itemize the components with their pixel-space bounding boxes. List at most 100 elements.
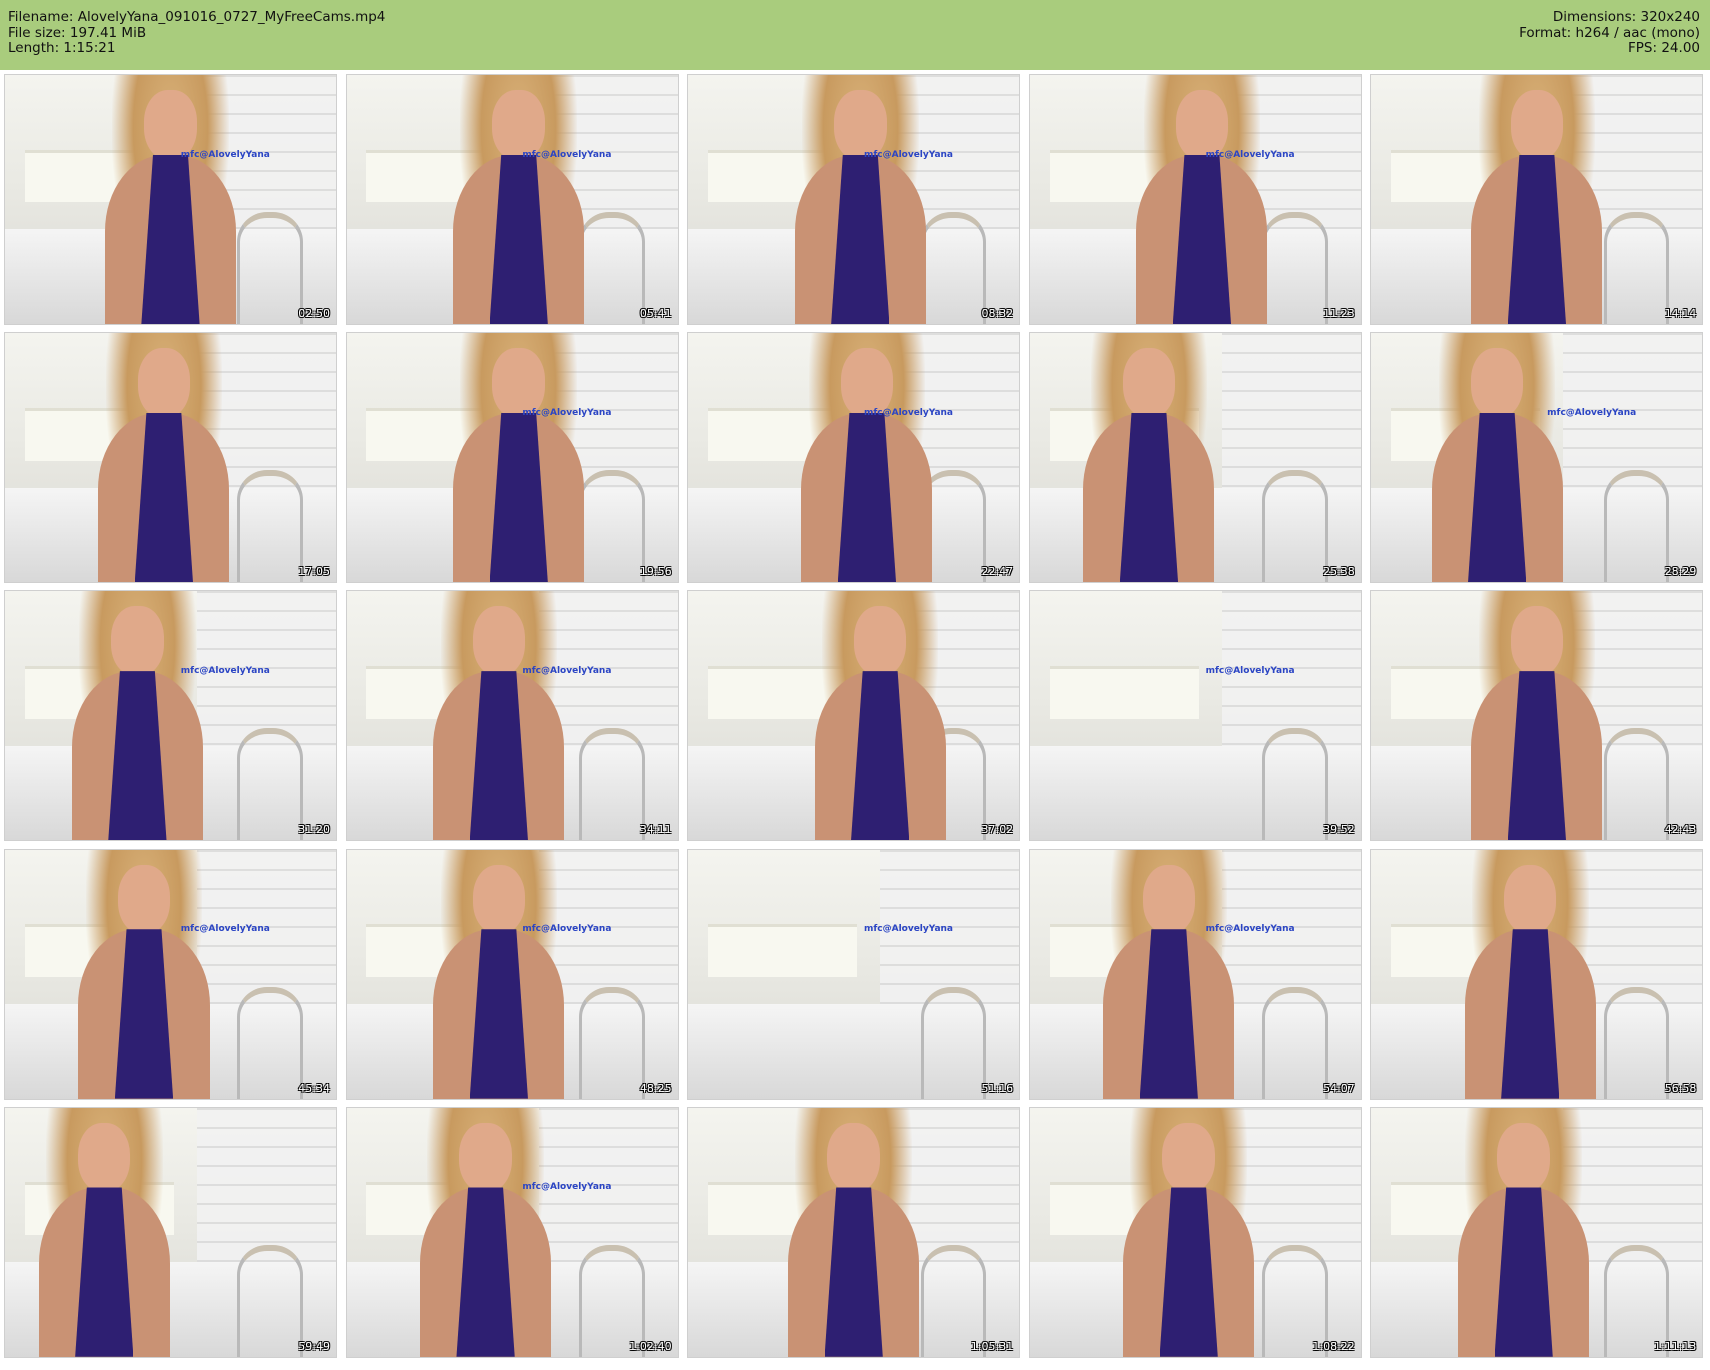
face (1504, 864, 1557, 935)
watermark-text: mfc@AlovelyYana (522, 1182, 612, 1193)
timestamp-label: 14:14 (1664, 307, 1697, 320)
timestamp-label: 45:34 (298, 1081, 330, 1095)
video-thumbnail: mfc@AlovelyYana 11:23 (1028, 74, 1362, 325)
file-info: Filename: AlovelyYana_091016_0727_MyFree… (8, 9, 386, 57)
video-thumbnail: mfc@AlovelyYana 02:50 (4, 74, 337, 325)
video-thumbnail: 25:38 (1028, 332, 1362, 584)
person-figure (807, 591, 953, 841)
person-figure (1076, 333, 1222, 583)
timestamp-label: 48:25 (639, 1081, 672, 1095)
length-text: Length: 1:15:21 (8, 40, 116, 56)
dimensions-text: Dimensions: 320x240 (1552, 9, 1700, 25)
format-text: Format: h264 / aac (mono) (1519, 24, 1700, 41)
bar-stool (1262, 728, 1328, 841)
watermark-text: mfc@AlovelyYana (522, 666, 612, 677)
face (827, 1122, 880, 1193)
bar-stool (1262, 986, 1328, 1099)
video-thumbnail: mfc@AlovelyYana 05:41 (345, 74, 679, 325)
filename-text: Filename: AlovelyYana_091016_0727_MyFree… (8, 9, 386, 25)
video-thumbnail: 1:11:13 (1370, 1106, 1704, 1358)
watermark-text: mfc@AlovelyYana (522, 407, 612, 418)
video-thumbnail: 59:49 (4, 1106, 337, 1358)
video-thumbnail: mfc@AlovelyYana 08:32 (687, 74, 1021, 325)
face (1497, 1122, 1550, 1193)
bar-stool (1603, 728, 1670, 841)
bar-stool (1603, 211, 1670, 324)
timestamp-label: 1:08:22 (1312, 1339, 1355, 1353)
watermark-text: mfc@AlovelyYana (180, 924, 270, 935)
video-thumbnail: mfc@AlovelyYana 19:56 (345, 332, 679, 584)
timestamp-label: 08:32 (981, 307, 1014, 320)
timestamp-label: 25:38 (1323, 565, 1355, 579)
watermark-text: mfc@AlovelyYana (522, 924, 612, 935)
video-thumbnail: mfc@AlovelyYana 34:11 (345, 590, 679, 842)
face (1122, 348, 1176, 418)
person-figure (426, 849, 572, 1099)
person-figure (1096, 849, 1242, 1099)
person-figure (781, 1107, 927, 1357)
face (459, 1122, 512, 1193)
video-thumbnail: mfc@AlovelyYana 39:52 (1028, 590, 1362, 842)
person-figure (98, 75, 244, 324)
face (78, 1122, 131, 1193)
person-figure (71, 849, 217, 1099)
watermark-text: mfc@AlovelyYana (863, 924, 953, 935)
person-figure (1464, 591, 1610, 841)
watermark-text: mfc@AlovelyYana (180, 666, 270, 677)
video-thumbnail: mfc@AlovelyYana 48:25 (345, 848, 679, 1100)
watermark-text: mfc@AlovelyYana (863, 149, 953, 160)
timestamp-label: 39:52 (1323, 823, 1355, 837)
bar-stool (1603, 986, 1670, 1099)
timestamp-label: 11:23 (1323, 307, 1355, 320)
stream-info: Dimensions: 320x240 Format: h264 / aac (… (1519, 9, 1700, 57)
timestamp-label: 17:05 (298, 565, 330, 579)
video-thumbnail: mfc@AlovelyYana 31:20 (4, 590, 337, 842)
person-figure (794, 333, 940, 583)
person-figure (1129, 75, 1275, 324)
person-figure (426, 591, 572, 841)
timestamp-label: 42:43 (1664, 823, 1697, 837)
person-figure (65, 591, 211, 841)
video-thumbnail: 14:14 (1370, 74, 1704, 325)
bar-stool (237, 211, 303, 324)
video-thumbnail: mfc@AlovelyYana 45:34 (4, 848, 337, 1100)
video-thumbnail: mfc@AlovelyYana 54:07 (1028, 848, 1362, 1100)
kitchen-shelf (1049, 666, 1199, 719)
bar-stool (920, 986, 987, 1099)
timestamp-label: 34:11 (639, 823, 672, 837)
timestamp-label: 19:56 (639, 565, 672, 579)
watermark-text: mfc@AlovelyYana (1205, 924, 1295, 935)
face (1510, 89, 1564, 160)
person-figure (787, 75, 933, 324)
watermark-text: mfc@AlovelyYana (1205, 149, 1295, 160)
timestamp-label: 37:02 (981, 823, 1014, 837)
timestamp-label: 22:47 (981, 565, 1014, 579)
video-thumbnail: mfc@AlovelyYana 28:29 (1370, 332, 1704, 584)
timestamp-label: 54:07 (1323, 1081, 1355, 1095)
bar-stool (237, 470, 303, 583)
timestamp-label: 02:50 (298, 307, 330, 320)
video-thumbnail: mfc@AlovelyYana 1:02:40 (345, 1106, 679, 1358)
video-thumbnail: 1:05:31 (687, 1106, 1021, 1358)
bar-stool (237, 728, 303, 841)
face (853, 606, 907, 677)
timestamp-label: 1:05:31 (970, 1339, 1014, 1353)
timestamp-label: 28:29 (1664, 565, 1697, 579)
person-figure (1457, 849, 1603, 1099)
video-thumbnail: 56:58 (1370, 848, 1704, 1100)
info-header: Filename: AlovelyYana_091016_0727_MyFree… (0, 0, 1710, 70)
watermark-text: mfc@AlovelyYana (180, 149, 270, 160)
face (111, 606, 164, 677)
bar-stool (237, 986, 303, 1099)
video-thumbnail: 37:02 (687, 590, 1021, 842)
timestamp-label: 56:58 (1664, 1081, 1697, 1095)
person-figure (413, 1107, 559, 1357)
face (472, 606, 526, 677)
person-figure (31, 1107, 177, 1357)
watermark-text: mfc@AlovelyYana (863, 407, 953, 418)
watermark-text: mfc@AlovelyYana (522, 149, 612, 160)
filesize-text: File size: 197.41 MiB (8, 24, 147, 41)
face (1162, 1122, 1215, 1193)
video-thumbnail: 42:43 (1370, 590, 1704, 842)
bar-stool (237, 1244, 303, 1357)
